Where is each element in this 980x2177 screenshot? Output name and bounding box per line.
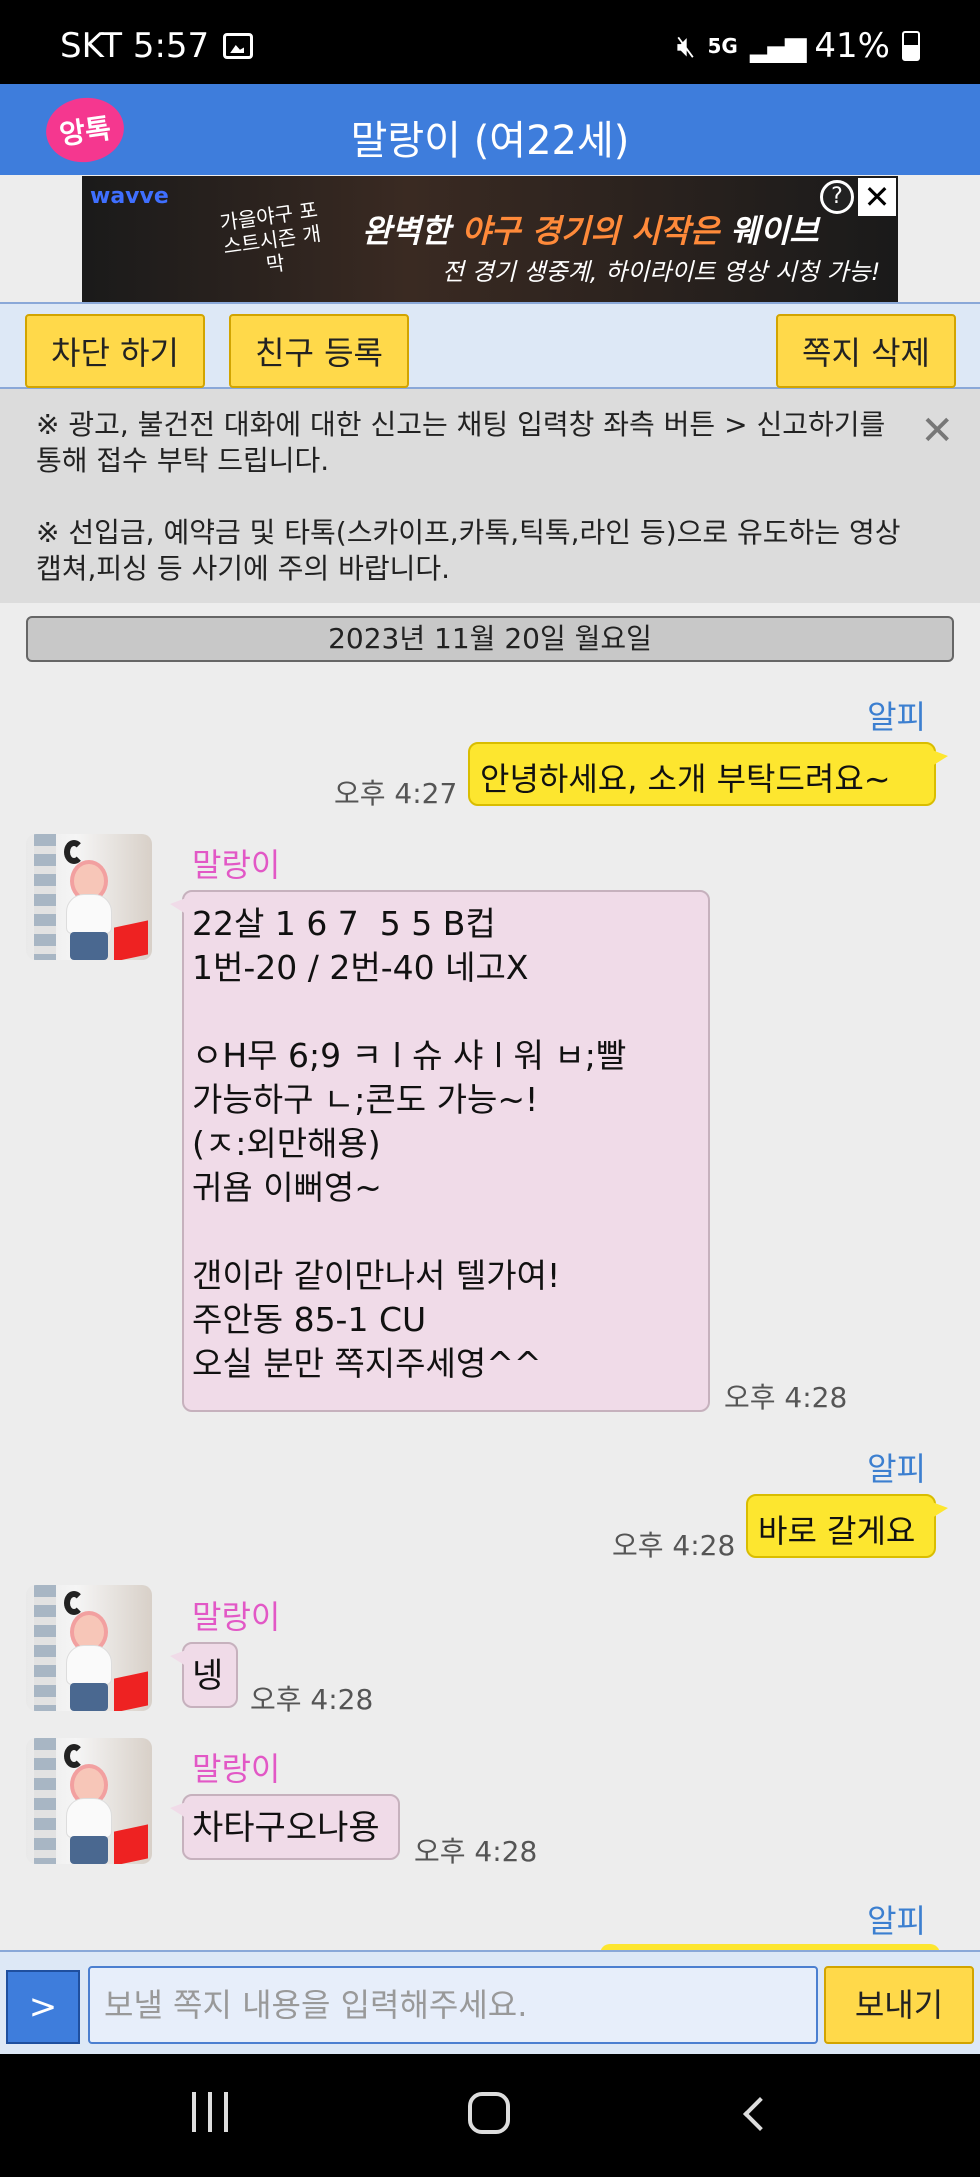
- message-time: 오후 4:28: [612, 1529, 736, 1562]
- delete-message-button[interactable]: 쪽지 삭제: [776, 314, 956, 388]
- date-separator: 2023년 11월 20일 월요일: [26, 616, 954, 662]
- system-nav-bar: [0, 2054, 980, 2177]
- message-time: 오후 4:27: [334, 777, 458, 810]
- sender-name: 말랑이: [192, 1750, 281, 1788]
- ad-line2: 전 경기 생중계, 하이라이트 영상 시청 가능!: [442, 258, 881, 286]
- sender-name: 알피: [867, 1902, 926, 1940]
- ad-close-icon[interactable]: ✕: [858, 178, 896, 216]
- sender-name: 말랑이: [192, 846, 281, 884]
- message-input-bar: > 보낼 쪽지 내용을 입력해주세요. 보내기: [0, 1950, 980, 2054]
- status-bar: SKT 5:57 🔇︎ 5G ▂▄▆ 41%: [0, 0, 980, 84]
- block-button[interactable]: 차단 하기: [25, 314, 205, 388]
- sender-name: 알피: [867, 698, 926, 736]
- recents-icon[interactable]: [192, 2092, 228, 2132]
- avatar[interactable]: [26, 834, 152, 960]
- chat-header: 말랑이 (여22세): [0, 84, 980, 175]
- message-time: 오후 4:28: [414, 1835, 538, 1868]
- chat-title: 말랑이 (여22세): [350, 118, 630, 164]
- message-time: 오후 4:28: [724, 1381, 848, 1414]
- ad-banner[interactable]: wavve 가을야구 포스트시즌 개막 완벽한 야구 경기의 시작은 웨이브 전…: [82, 176, 898, 302]
- carrier-time: SKT 5:57: [60, 26, 210, 66]
- avatar[interactable]: [26, 1585, 152, 1711]
- ad-headline: 완벽한 야구 경기의 시작은 웨이브: [362, 212, 819, 250]
- notice-fraud: ※ 선입금, 예약금 및 타톡(스카이프,카톡,틱톡,라인 등)으로 유도하는 …: [36, 516, 901, 585]
- message-bubble-incoming[interactable]: 22살 1 6 7 5 5 B컵 1번-20 / 2번-40 네고X ㅇH무 6…: [170, 890, 710, 1412]
- sender-name: 알피: [867, 1450, 926, 1488]
- add-friend-button[interactable]: 친구 등록: [229, 314, 409, 388]
- message-bubble-outgoing[interactable]: 안녕하세요, 소개 부탁드려요~: [468, 742, 948, 806]
- battery-icon: [902, 31, 920, 61]
- notice-panel: ※ 광고, 불건전 대화에 대한 신고는 채팅 입력창 좌측 버튼 > 신고하기…: [0, 389, 980, 603]
- message-bubble-outgoing[interactable]: 바로 갈게요: [746, 1494, 948, 1558]
- notice-close-icon[interactable]: ✕: [920, 411, 954, 451]
- menu-button[interactable]: >: [6, 1970, 80, 2044]
- mute-icon: 🔇︎: [676, 28, 696, 64]
- sender-name: 말랑이: [192, 1598, 281, 1636]
- message-bubble-incoming[interactable]: 넹: [170, 1642, 238, 1708]
- gallery-notification-icon: [223, 33, 254, 59]
- message-bubble-incoming[interactable]: 차타구오나용: [170, 1794, 400, 1860]
- ad-help-icon[interactable]: ?: [820, 180, 854, 214]
- message-time: 오후 4:28: [250, 1683, 374, 1716]
- ad-subtitle: 가을야구 포스트시즌 개막: [218, 197, 323, 277]
- chat-toolbar: 차단 하기 친구 등록 쪽지 삭제: [0, 302, 980, 389]
- home-icon[interactable]: [468, 2092, 510, 2134]
- battery-percent: 41%: [814, 26, 890, 66]
- avatar[interactable]: [26, 1738, 152, 1864]
- message-input[interactable]: 보낼 쪽지 내용을 입력해주세요.: [88, 1966, 818, 2044]
- network-5g-icon: 5G: [707, 34, 738, 58]
- ad-brand: wavve: [90, 184, 169, 209]
- signal-icon: ▂▄▆: [749, 29, 807, 63]
- send-button[interactable]: 보내기: [824, 1966, 974, 2044]
- notice-report: ※ 광고, 불건전 대화에 대한 신고는 채팅 입력창 좌측 버튼 > 신고하기…: [36, 408, 886, 477]
- back-icon[interactable]: [743, 2097, 777, 2131]
